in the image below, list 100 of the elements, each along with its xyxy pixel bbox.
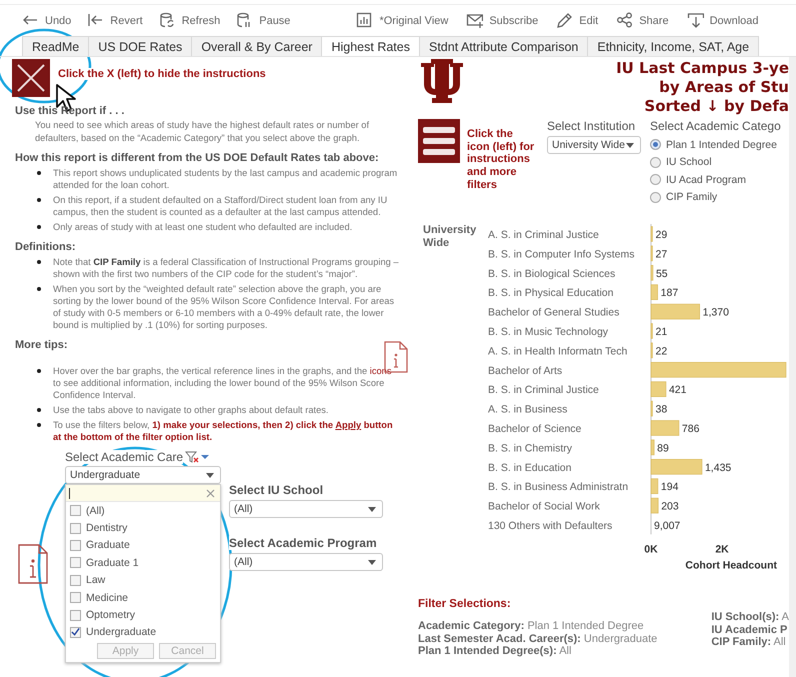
radio-button[interactable] [650,139,661,150]
filter-summary: IU School(s): A [711,611,789,624]
download-icon [686,12,704,29]
value-label: 55 [656,268,668,280]
axis-tick-label: 2K [715,543,729,556]
dropdown[interactable]: University Wide [547,136,641,154]
dropdown[interactable]: (All) [229,500,383,518]
bar [650,304,700,320]
category-label: A. S. in Criminal Justice [488,229,599,241]
caret-icon [368,506,376,512]
checkbox[interactable] [70,522,81,534]
checkbox[interactable] [70,610,81,621]
checkbox-option[interactable]: Graduate [66,536,220,554]
checkmark-icon [71,627,80,638]
section-heading: Definitions: [15,241,76,253]
checkbox[interactable] [70,540,81,551]
trident-logo [418,59,466,103]
dropdown[interactable]: (All) [229,553,383,571]
toolbar-button[interactable]: Subscribe [466,12,538,29]
bullet-text: Use the tabs above to navigate to other graphs about default rates. [53,404,328,416]
checkbox[interactable] [70,505,81,516]
value-label: 21 [656,326,668,338]
radio-option[interactable]: IU School [650,154,781,171]
share-icon [616,12,634,29]
bullet-icon [37,423,41,427]
value-label: 89 [657,442,669,454]
value-label: 22 [656,345,668,358]
instruction-text: Click the X (left) to hide the instructions [58,68,266,80]
filter-label: Select Academic Catego [650,119,781,133]
value-label: 187 [660,287,678,300]
toolbar-button[interactable]: Edit [556,12,598,29]
checkbox[interactable] [70,626,81,638]
value-label: 421 [668,384,686,396]
info-document-icon [18,544,48,584]
checkbox[interactable] [70,592,81,604]
report-title: IU Last Campus 3-ye [616,59,789,78]
close-button[interactable] [12,59,50,97]
value-label: 1,370 [702,306,729,319]
filter-summary: Last Semester Acad. Career(s): Undergraduate [418,632,658,646]
bar [650,420,680,436]
clear-icon [206,488,215,498]
toolbar-button[interactable]: Undo [22,12,72,29]
axis-tick-label: 0K [644,543,658,556]
menu-button[interactable] [418,119,460,163]
clear-filter-button[interactable] [185,451,200,463]
radio-button[interactable] [650,156,661,168]
toolbar-button[interactable]: Download [686,12,758,29]
bullet-text: On this report, if a student defaulted on a Stafford/Direct student loan from any IU campus, then the student is counted as a defaulter at the last campus attended. [53,194,388,218]
radio-option[interactable]: IU Acad Program [650,171,781,188]
toolbar-button[interactable]: *Original View [356,12,448,29]
section-heading: More tips: [15,339,69,351]
apply-link[interactable]: Apply [335,420,362,430]
bar [650,459,702,475]
bullet-icon [37,198,41,202]
caret-icon [368,560,376,564]
checkbox-option[interactable]: Optometry [66,606,220,624]
bullet-text: This report shows unduplicated students by the last campus and academic program attended for the loan cohort. [53,167,398,191]
radio-option[interactable]: CIP Family [650,188,781,206]
tab[interactable]: US DOE Rates [88,36,192,56]
value-label: 9,007 [654,520,680,532]
tab[interactable]: Stdnt Attribute Comparison [418,36,588,56]
bar-chart-icon [356,12,374,29]
bar [650,440,654,456]
tab[interactable]: Overall & By Career [191,36,322,56]
checkbox-option[interactable]: (All) [66,502,220,520]
tab[interactable]: ReadMe [22,36,90,56]
toolbar-button[interactable]: Refresh [158,12,220,29]
report-title: by Areas of Stu [658,78,789,97]
checkbox-option[interactable]: Undergraduate [66,624,220,642]
axis-title: Cohort Headcount [685,559,777,572]
section-heading: How this report is different from the US DOE Default Rates tab above: [15,152,380,164]
tab[interactable]: Ethnicity, Income, SAT, Age [587,36,760,56]
toolbar-button[interactable]: Share [616,12,669,29]
checkbox-option[interactable]: Medicine [66,588,220,606]
checkbox-option[interactable]: Law [66,572,220,589]
value-label: 194 [660,481,678,494]
bullet-icon [37,408,41,412]
revert-icon [87,12,104,29]
checkbox[interactable] [70,574,81,586]
checkbox-option[interactable]: Graduate 1 [66,554,220,572]
bar [650,284,658,300]
row-header: University Wide [422,224,478,250]
paragraph: You need to see which areas of study have the highest default rates or number of defaulters, based on the “Academic Category” that you select above the graph. [35,119,370,144]
bar [650,342,653,358]
checkbox-option[interactable]: Dentistry [66,519,220,537]
tab[interactable]: Highest Rates [321,36,420,56]
pencil-icon [556,12,574,29]
toolbar-button[interactable]: Pause [236,12,290,29]
radio-button[interactable] [650,192,661,203]
category-label: 130 Others with Defaulters [488,520,612,532]
radio-option[interactable]: Plan 1 Intended Degree [650,136,781,154]
dropdown[interactable]: Undergraduate [65,466,221,484]
category-label: B. S. in Chemistry [488,442,572,454]
category-label: B. S. in Physical Education [488,287,614,300]
checkbox[interactable] [70,557,81,568]
toolbar-button[interactable]: Revert [87,12,143,29]
category-label: B. S. in Education [488,462,572,474]
search-field[interactable] [66,485,220,502]
radio-button[interactable] [650,174,661,186]
instruction-text: Click the icon (left) for instructions and more filters [467,128,536,192]
